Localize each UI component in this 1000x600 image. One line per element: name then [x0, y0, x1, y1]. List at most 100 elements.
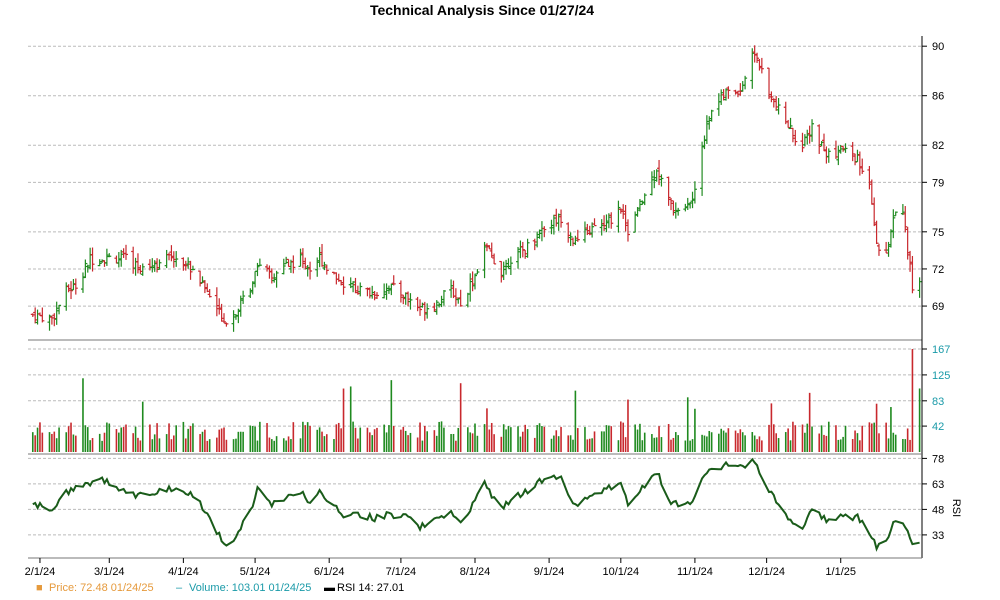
volume-bar [383, 424, 385, 452]
volume-bar [122, 427, 125, 452]
volume-bar [235, 438, 237, 452]
volume-bar [206, 440, 209, 452]
volume-bar [134, 426, 137, 452]
volume-bar [588, 438, 591, 452]
volume-bar [868, 422, 871, 452]
volume-bar [861, 425, 864, 452]
volume-bar [818, 433, 821, 452]
volume-bar [165, 434, 168, 452]
legend-label: Volume: 103.01 01/24/25 [189, 582, 311, 594]
volume-bar [622, 422, 625, 452]
volume-bar [469, 432, 472, 452]
volume-bar [904, 439, 907, 452]
volume-bar [359, 427, 362, 452]
volume-tick-label: 125 [932, 370, 950, 382]
volume-bar [655, 437, 658, 452]
volume-bar [132, 433, 134, 452]
rsi-tick-label: 78 [932, 453, 944, 465]
volume-bar [854, 430, 856, 452]
volume-bar [770, 403, 773, 452]
volume-bar [340, 428, 342, 452]
volume-bar [189, 426, 192, 452]
volume-bar [337, 422, 340, 452]
volume-bar [744, 435, 746, 452]
volume-bar [792, 421, 794, 452]
volume-bar [811, 426, 813, 452]
volume-bar [593, 431, 596, 452]
volume-bar [153, 434, 156, 452]
legend-label: Price: 72.48 01/24/25 [49, 582, 154, 594]
volume-bar [639, 423, 641, 452]
volume-bar [435, 435, 438, 452]
volume-bar [844, 425, 847, 452]
volume-bar [610, 426, 613, 452]
volume-bar [502, 424, 505, 452]
volume-bar [89, 440, 91, 452]
volume-bar [483, 424, 486, 452]
volume-bar [41, 432, 44, 452]
volume-bar [237, 431, 240, 452]
volume-bar [55, 438, 58, 452]
volume-bar [31, 432, 34, 452]
volume-bar [306, 422, 309, 452]
volume-panel: 42 83 125 167 [28, 344, 950, 455]
volume-bar [691, 439, 694, 452]
legend: ■ Price: 72.48 01/24/25 – Volume: 103.01 01… [36, 582, 404, 594]
volume-bar [369, 432, 371, 452]
volume-bar [488, 429, 491, 452]
volume-bar [390, 380, 393, 452]
volume-bar [526, 429, 529, 452]
price-tick-label: 86 [932, 91, 944, 103]
volume-bar [820, 425, 823, 452]
volume-bar [617, 440, 620, 452]
volume-bar [232, 439, 235, 452]
volume-bar [467, 427, 469, 452]
volume-bar [873, 422, 875, 452]
chart-title: Technical Analysis Since 01/27/24 [370, 2, 594, 18]
volume-bar [342, 388, 345, 452]
volume-bar [220, 428, 223, 452]
volume-bar [256, 440, 259, 452]
volume-bar [168, 423, 170, 452]
volume-bar [98, 433, 101, 452]
volume-bar [352, 421, 354, 452]
volume-bar [517, 426, 519, 452]
volume-bar [837, 439, 840, 452]
volume-bar [725, 432, 727, 452]
legend-label: RSI 14: 27.01 [337, 582, 404, 594]
volume-bar [787, 428, 789, 452]
volume-bar [653, 437, 656, 452]
volume-bar [784, 432, 787, 452]
volume-bar [251, 425, 254, 452]
volume-bar [86, 427, 89, 452]
volume-bar [225, 439, 228, 452]
volume-bar [149, 424, 151, 452]
volume-bar [318, 427, 321, 452]
volume-bar [672, 437, 675, 452]
volume-bar [106, 422, 108, 452]
volume-bar [909, 439, 911, 452]
volume-bar [254, 426, 256, 452]
volume-bar [505, 429, 507, 452]
volume-bar [859, 440, 861, 452]
x-tick-label: 5/1/24 [240, 566, 271, 578]
volume-bar [706, 436, 708, 452]
volume-bar [67, 426, 70, 452]
volume-bar [282, 438, 285, 452]
volume-bar [608, 425, 610, 452]
volume-bar [533, 437, 536, 452]
volume-bar [825, 435, 828, 452]
volume-bar [804, 432, 806, 452]
volume-bar [550, 438, 553, 452]
volume-bar [216, 437, 218, 452]
volume-bar [455, 440, 457, 452]
volume-bar [325, 434, 328, 452]
volume-bar [175, 425, 178, 452]
volume-bar [507, 426, 510, 452]
volume-bar [376, 427, 378, 452]
volume-bar [856, 433, 859, 452]
volume-bar [708, 430, 711, 452]
volume-bar [388, 425, 390, 452]
x-tick-label: 10/1/24 [602, 566, 639, 578]
volume-bar [424, 425, 426, 452]
